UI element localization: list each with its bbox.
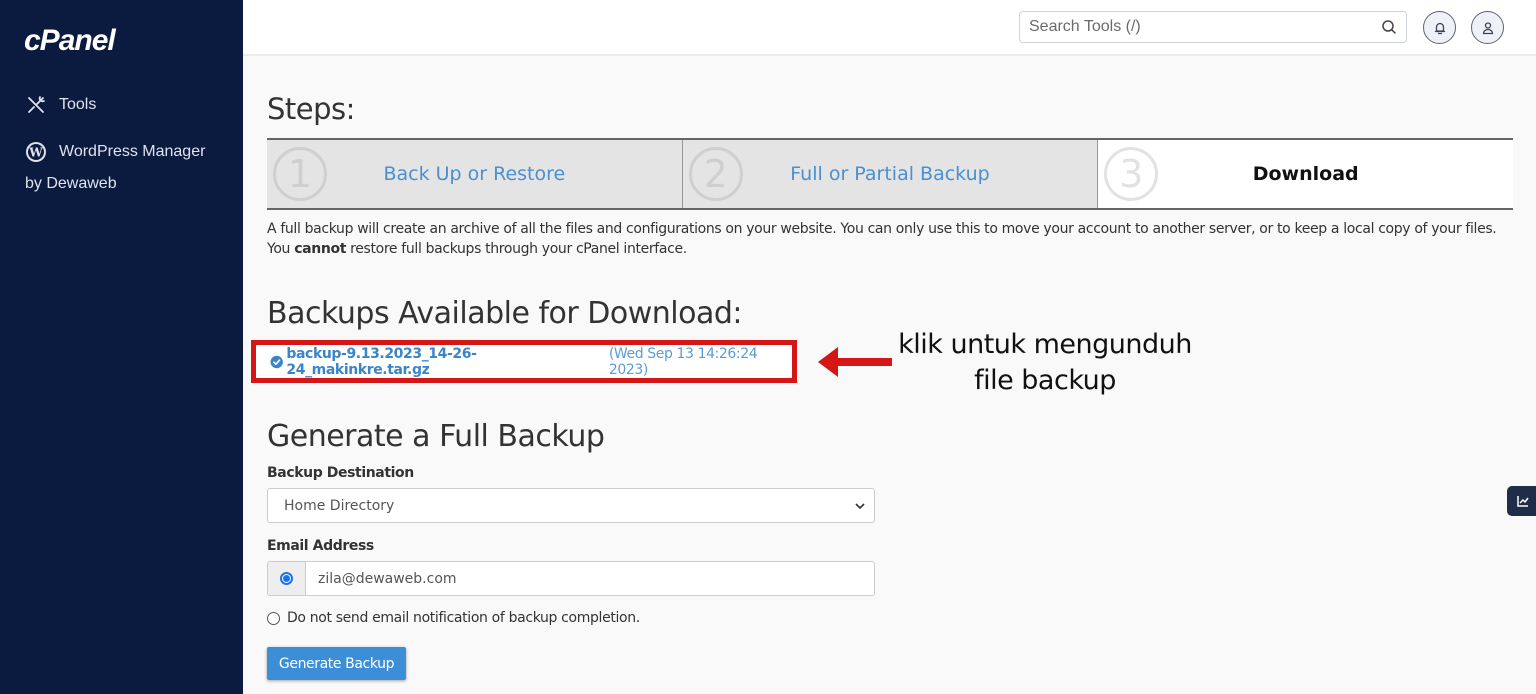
no-email-radio[interactable]: [267, 611, 280, 625]
annotation-line: file backup: [974, 365, 1116, 396]
description-text-end: restore full backups through your cPanel…: [346, 241, 687, 257]
cpanel-logo[interactable]: cPanel: [24, 24, 116, 58]
step-full-or-partial-backup[interactable]: 2 Full or Partial Backup: [682, 140, 1099, 208]
backups-heading: Backups Available for Download:: [267, 296, 742, 331]
check-circle-icon: [270, 355, 283, 368]
backup-list-item[interactable]: backup-9.13.2023_14-26-24_makinkre.tar.g…: [270, 346, 792, 378]
step-number: 1: [273, 147, 327, 201]
sidebar-item-sublabel[interactable]: by Dewaweb: [25, 175, 117, 193]
backup-destination-label: Backup Destination: [267, 465, 414, 481]
backup-description: A full backup will create an archive of …: [267, 219, 1517, 259]
sidebar-item-wordpress-manager[interactable]: W WordPress Manager: [25, 141, 205, 163]
wordpress-icon: W: [25, 141, 47, 163]
chart-icon: [1517, 496, 1529, 507]
sidebar-item-label: Tools: [59, 96, 97, 113]
description-bold: cannot: [294, 241, 347, 257]
annotation-text: klik untuk mengunduh file backup: [897, 327, 1193, 399]
bell-icon: [1434, 22, 1445, 34]
step-number: 2: [688, 147, 743, 201]
arrow-left-icon: [818, 347, 892, 377]
sidebar-item-label: WordPress Manager: [59, 143, 206, 160]
annotation-line: klik untuk mengunduh: [898, 329, 1192, 360]
no-email-label: Do not send email notification of backup…: [287, 610, 640, 626]
backup-highlight-box: backup-9.13.2023_14-26-24_makinkre.tar.g…: [251, 340, 797, 383]
email-address-label: Email Address: [267, 538, 374, 554]
select-value: Home Directory: [284, 497, 395, 514]
steps-title: Steps:: [267, 92, 355, 126]
steps-wizard: 1 Back Up or Restore 2 Full or Partial B…: [267, 138, 1514, 210]
notifications-button[interactable]: [1423, 11, 1456, 44]
step-number: 3: [1104, 147, 1159, 201]
email-input-group: [267, 561, 875, 596]
step-back-up-or-restore[interactable]: 1 Back Up or Restore: [267, 140, 683, 208]
user-menu-button[interactable]: [1471, 11, 1504, 44]
chevron-down-icon: [855, 503, 865, 510]
email-radio[interactable]: [280, 572, 293, 585]
step-label[interactable]: Full or Partial Backup: [790, 163, 989, 185]
search-input[interactable]: [1020, 12, 1360, 42]
svg-text:W: W: [28, 146, 43, 160]
step-label[interactable]: Back Up or Restore: [383, 163, 565, 185]
backup-download-link[interactable]: backup-9.13.2023_14-26-24_makinkre.tar.g…: [286, 346, 604, 378]
backup-date: (Wed Sep 13 14:26:24 2023): [608, 345, 758, 378]
email-field[interactable]: [306, 562, 874, 595]
no-email-option[interactable]: Do not send email notification of backup…: [267, 610, 640, 626]
stats-side-tab[interactable]: [1507, 486, 1536, 516]
tools-icon: [25, 94, 47, 116]
user-icon: [1482, 21, 1493, 34]
email-radio-addon[interactable]: [268, 562, 306, 595]
search-icon[interactable]: [1381, 19, 1397, 35]
sidebar-item-tools[interactable]: Tools: [25, 94, 96, 116]
top-bar: [243, 0, 1536, 56]
step-label: Download: [1252, 163, 1359, 185]
search-box[interactable]: [1019, 11, 1407, 43]
generate-backup-button[interactable]: Generate Backup: [267, 647, 406, 680]
backup-destination-select[interactable]: Home Directory: [267, 488, 875, 523]
step-download: 3 Download: [1098, 140, 1514, 208]
generate-heading: Generate a Full Backup: [267, 419, 605, 454]
sidebar: cPanel Tools W WordPress Manager by Dewa…: [0, 0, 243, 694]
